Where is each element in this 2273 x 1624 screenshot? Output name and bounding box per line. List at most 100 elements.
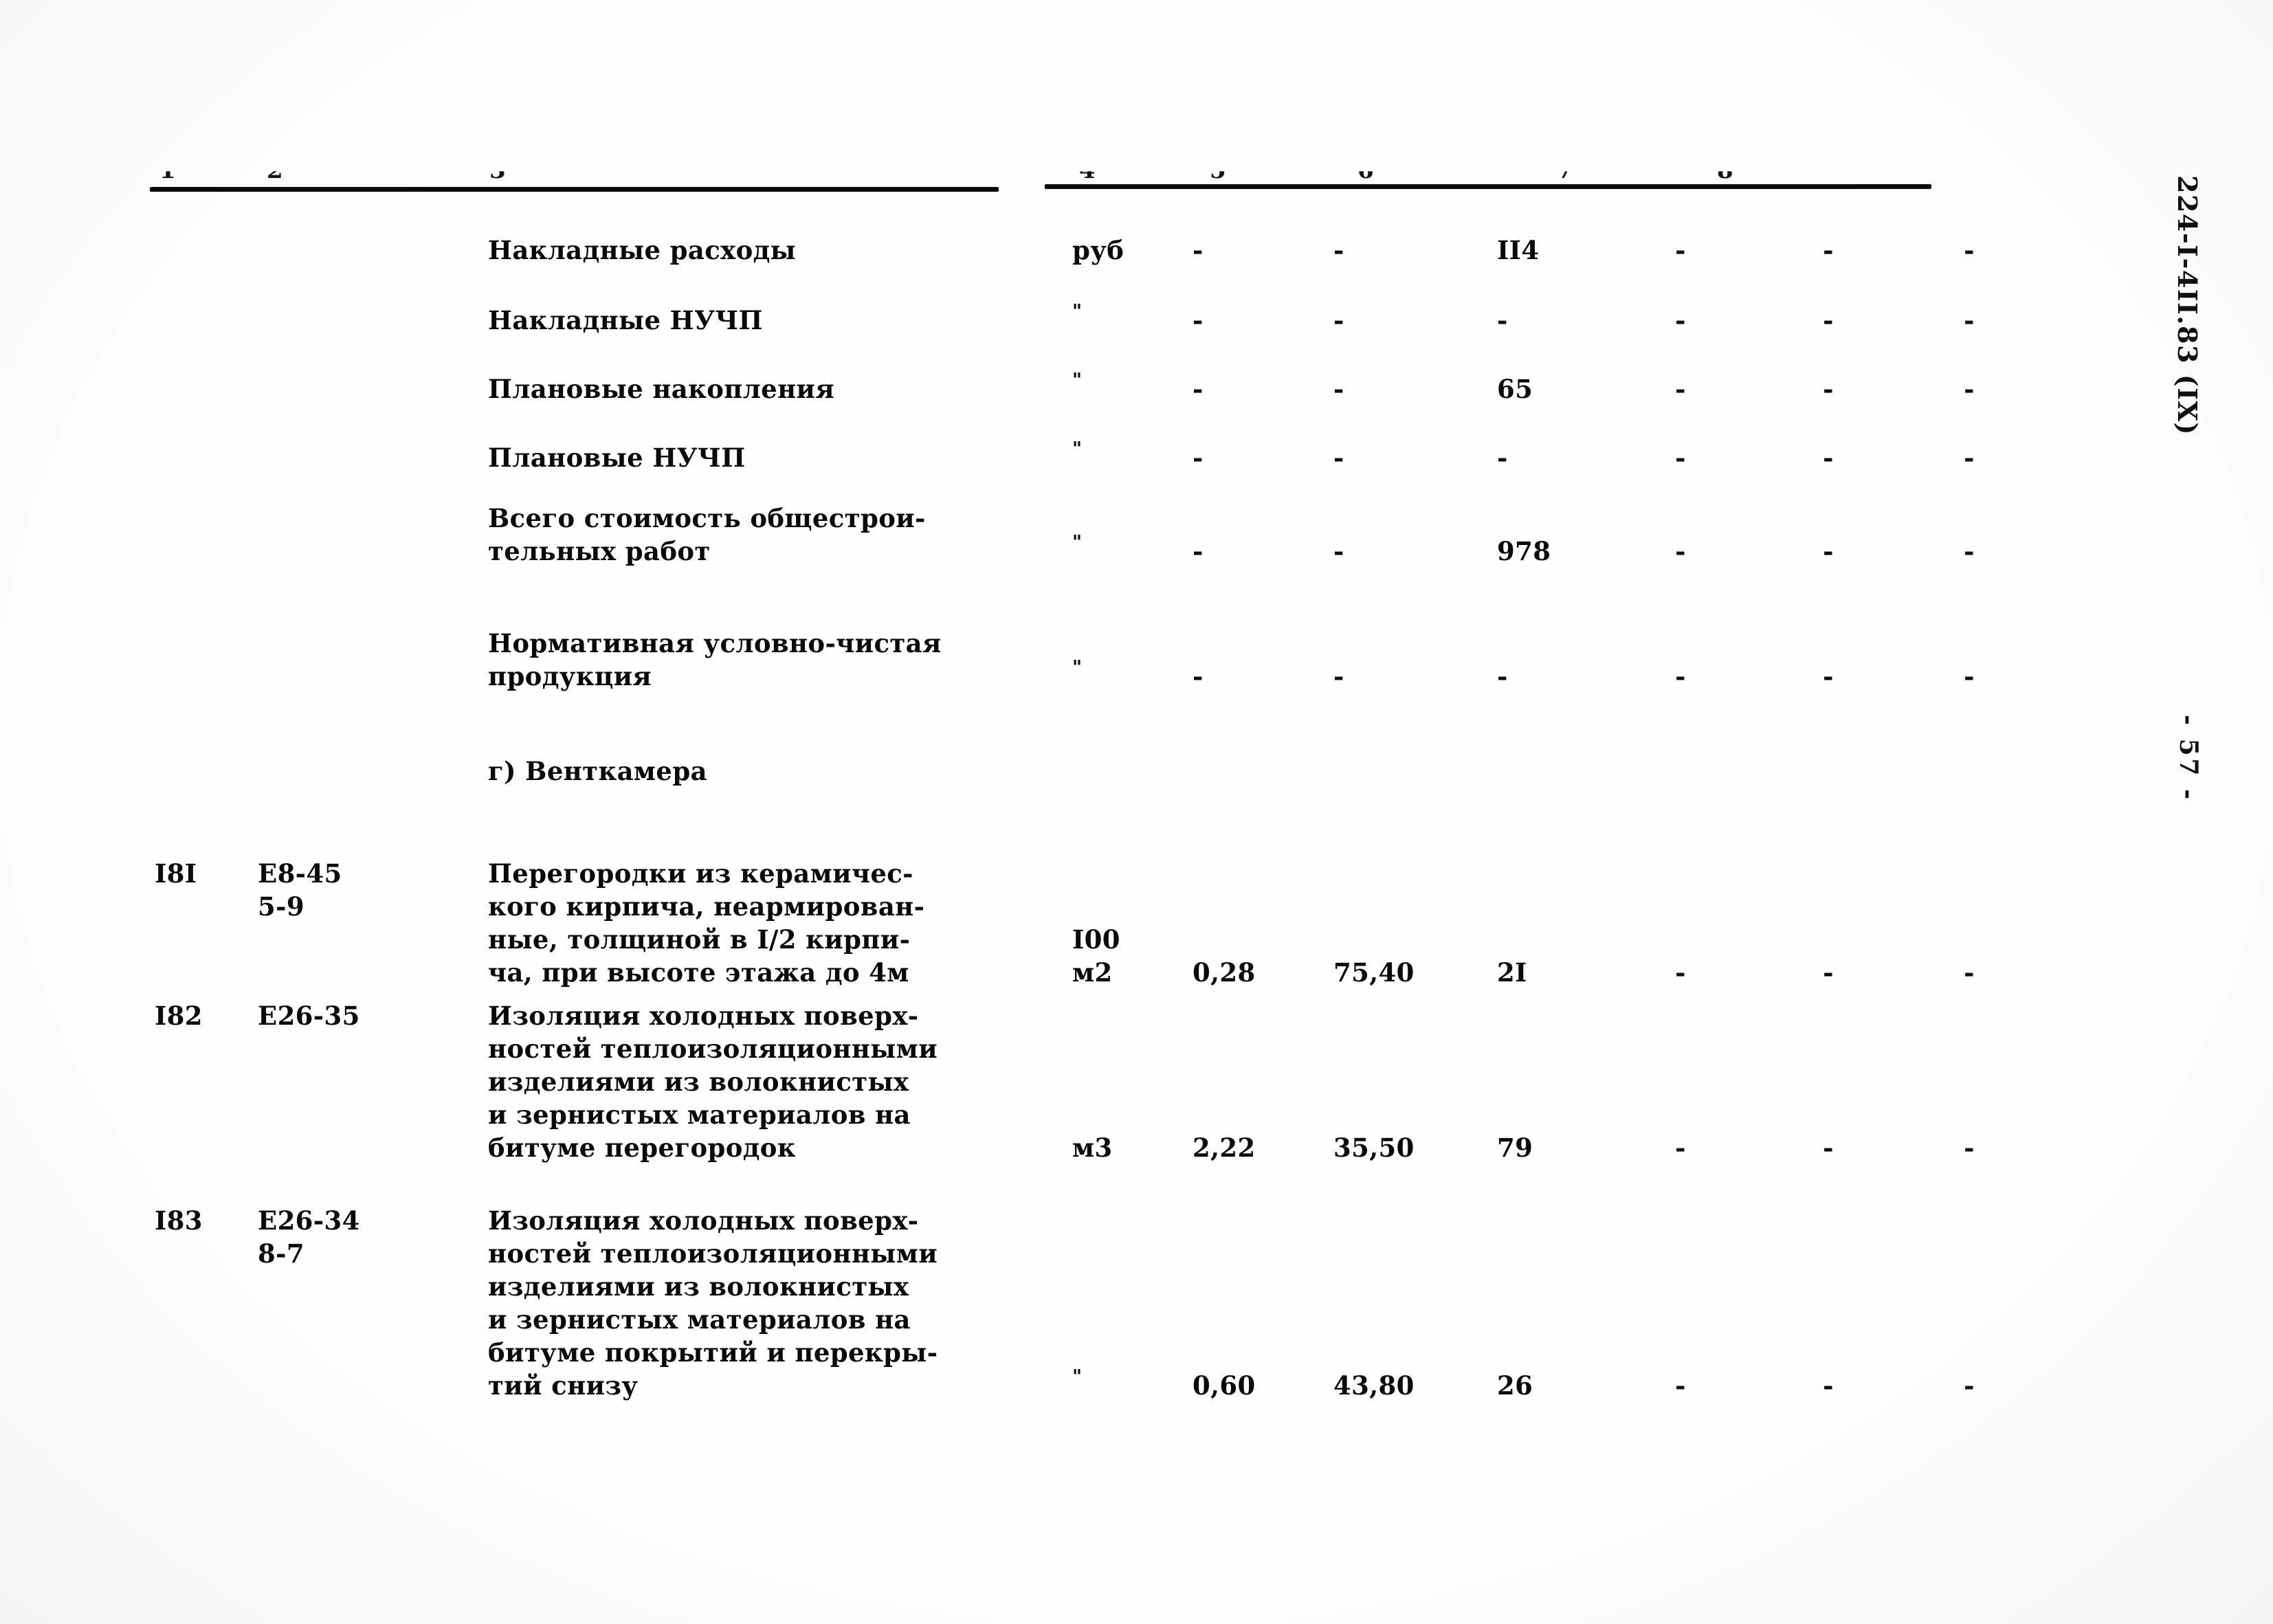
row-col9: - bbox=[1964, 443, 1975, 473]
row-description-line4: ча, при высоте этажа до 4м bbox=[488, 957, 909, 988]
row-quantity: - bbox=[1193, 536, 1204, 566]
row-description-line2: ностей теплоизоляционными bbox=[488, 1238, 938, 1269]
row-quantity: 0,60 bbox=[1193, 1370, 1256, 1401]
row-description-line3: изделиями из волокнистых bbox=[488, 1271, 909, 1302]
row-description-line3: изделиями из волокнистых bbox=[488, 1067, 909, 1097]
row-description-line4: и зернистых материалов на bbox=[488, 1100, 911, 1130]
row-col7: - bbox=[1675, 1133, 1686, 1163]
row-unit-ditto: " bbox=[1072, 1366, 1083, 1388]
row-col7: - bbox=[1675, 374, 1686, 404]
row-col7: - bbox=[1675, 305, 1686, 335]
row-total: - bbox=[1497, 443, 1508, 473]
row-unit-multiplier: I00 bbox=[1072, 924, 1120, 955]
row-col7: - bbox=[1675, 1370, 1686, 1401]
row-description-line2: продукция bbox=[488, 661, 652, 691]
row-code-line2: 8-7 bbox=[258, 1238, 304, 1269]
row-unit-ditto: " bbox=[1072, 370, 1083, 391]
row-price: - bbox=[1333, 305, 1344, 335]
row-col8: - bbox=[1823, 661, 1834, 691]
row-col9: - bbox=[1964, 305, 1975, 335]
row-quantity: 0,28 bbox=[1193, 957, 1256, 988]
row-price: - bbox=[1333, 374, 1344, 404]
row-col9: - bbox=[1964, 235, 1975, 265]
row-unit: м2 bbox=[1072, 957, 1113, 988]
row-description: Накладные НУЧП bbox=[488, 305, 763, 335]
row-total: II4 bbox=[1497, 235, 1540, 265]
row-total: 978 bbox=[1497, 536, 1551, 566]
row-unit-ditto: " bbox=[1072, 438, 1083, 460]
row-description-line4: и зернистых материалов на bbox=[488, 1304, 911, 1335]
column-number-3: 3 bbox=[489, 157, 506, 184]
row-total: 2I bbox=[1497, 957, 1527, 988]
row-code: Е26-35 bbox=[258, 1001, 360, 1031]
row-col9: - bbox=[1964, 1370, 1975, 1401]
row-description-line2: тельных работ bbox=[488, 536, 711, 566]
document-page: 1 2 3 4 5 6 7 8 Накладные расходы руб - … bbox=[0, 0, 2273, 1624]
row-col8: - bbox=[1823, 1370, 1834, 1401]
row-code: Е26-34 bbox=[258, 1205, 360, 1236]
row-unit-ditto: " bbox=[1072, 657, 1083, 678]
row-price: - bbox=[1333, 661, 1344, 691]
row-description-line5: битуме перегородок bbox=[488, 1133, 796, 1163]
row-description-line2: ностей теплоизоляционными bbox=[488, 1034, 938, 1064]
row-description: Плановые накопления bbox=[488, 374, 835, 404]
row-quantity: - bbox=[1193, 374, 1204, 404]
row-price: 75,40 bbox=[1333, 957, 1415, 988]
row-quantity: - bbox=[1193, 305, 1204, 335]
header-rule-left bbox=[150, 187, 999, 192]
row-number: I82 bbox=[155, 1001, 203, 1031]
row-unit-ditto: " bbox=[1072, 532, 1083, 553]
row-col8: - bbox=[1823, 305, 1834, 335]
row-price: - bbox=[1333, 536, 1344, 566]
row-code-line2: 5-9 bbox=[258, 891, 304, 922]
row-col7: - bbox=[1675, 235, 1686, 265]
section-heading-ventkamera: г) Венткамера bbox=[488, 756, 707, 786]
row-description-line1: Изоляция холодных поверх- bbox=[488, 1205, 919, 1236]
row-col8: - bbox=[1823, 443, 1834, 473]
row-code: Е8-45 bbox=[258, 858, 342, 889]
document-code-vertical: 224-I-4II.83 (IX) bbox=[2172, 175, 2203, 436]
row-unit: м3 bbox=[1072, 1133, 1113, 1163]
row-col8: - bbox=[1823, 374, 1834, 404]
row-total: - bbox=[1497, 661, 1508, 691]
row-col9: - bbox=[1964, 536, 1975, 566]
column-number-1: 1 bbox=[159, 157, 176, 184]
row-col9: - bbox=[1964, 1133, 1975, 1163]
row-col9: - bbox=[1964, 374, 1975, 404]
row-description-line6: тий снизу bbox=[488, 1370, 639, 1401]
column-number-2: 2 bbox=[267, 157, 283, 184]
row-quantity: - bbox=[1193, 661, 1204, 691]
page-number-vertical: - 57 - bbox=[2174, 715, 2203, 802]
row-unit-ditto: " bbox=[1072, 301, 1083, 322]
row-quantity: 2,22 bbox=[1193, 1133, 1256, 1163]
row-col7: - bbox=[1675, 536, 1686, 566]
row-price: - bbox=[1333, 443, 1344, 473]
row-quantity: - bbox=[1193, 235, 1204, 265]
row-description-line1: Изоляция холодных поверх- bbox=[488, 1001, 919, 1031]
row-total: 26 bbox=[1497, 1370, 1533, 1401]
row-description: Накладные расходы bbox=[488, 235, 797, 265]
row-col7: - bbox=[1675, 957, 1686, 988]
row-price: 43,80 bbox=[1333, 1370, 1415, 1401]
row-col8: - bbox=[1823, 536, 1834, 566]
row-price: 35,50 bbox=[1333, 1133, 1415, 1163]
row-col8: - bbox=[1823, 235, 1834, 265]
row-description-line1: Всего стоимость общестрои- bbox=[488, 503, 926, 533]
header-rule-right bbox=[1045, 184, 1931, 189]
row-total: - bbox=[1497, 305, 1508, 335]
row-unit: руб bbox=[1072, 235, 1124, 265]
row-number: I83 bbox=[155, 1205, 203, 1236]
row-quantity: - bbox=[1193, 443, 1204, 473]
row-col8: - bbox=[1823, 1133, 1834, 1163]
row-description-line2: кого кирпича, неармирован- bbox=[488, 891, 925, 922]
row-col7: - bbox=[1675, 661, 1686, 691]
row-description-line1: Нормативная условно-чистая bbox=[488, 628, 942, 658]
row-total: 79 bbox=[1497, 1133, 1533, 1163]
row-description-line3: ные, толщиной в I/2 кирпи- bbox=[488, 924, 911, 955]
row-price: - bbox=[1333, 235, 1344, 265]
row-col7: - bbox=[1675, 443, 1686, 473]
row-description: Плановые НУЧП bbox=[488, 443, 746, 473]
row-col9: - bbox=[1964, 957, 1975, 988]
row-description-line5: битуме покрытий и перекры- bbox=[488, 1337, 938, 1368]
row-number: I8I bbox=[155, 858, 197, 889]
